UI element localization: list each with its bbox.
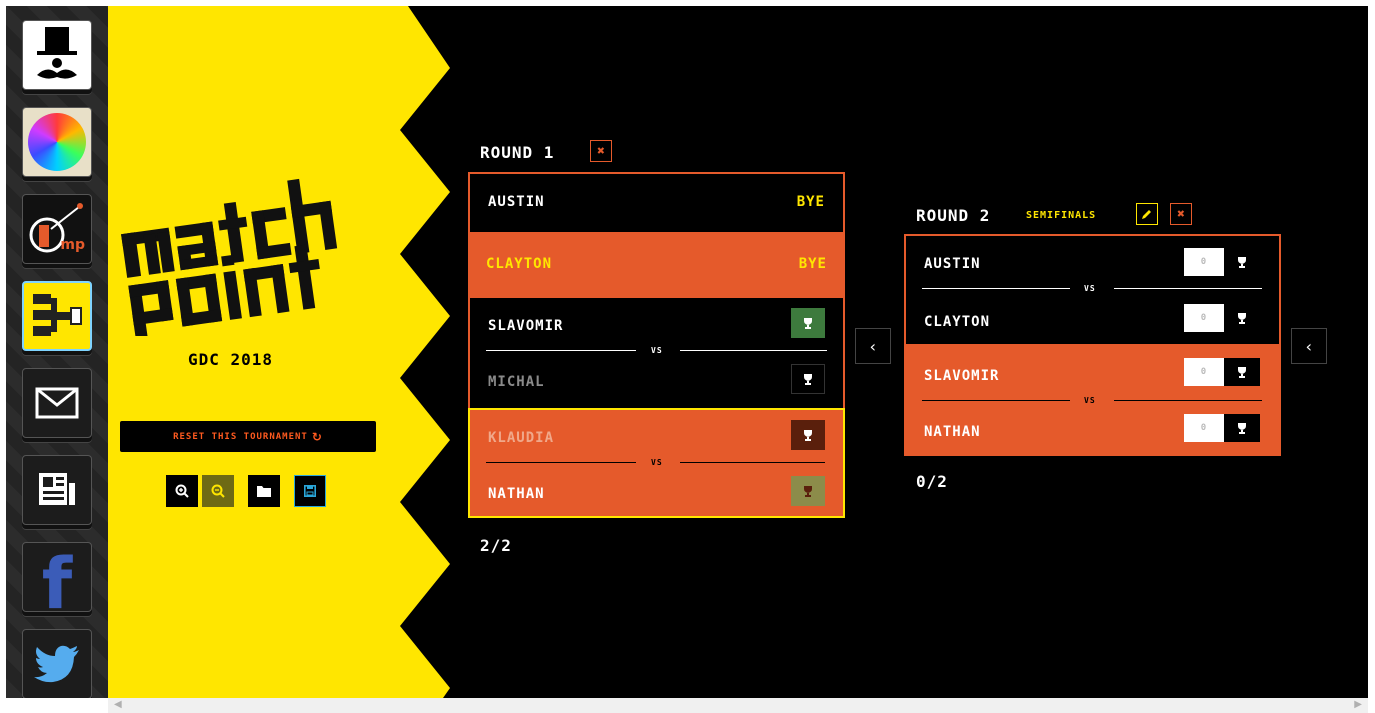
vs-divider-right	[1114, 288, 1262, 289]
vs-divider-right	[1114, 400, 1262, 401]
trophy-button[interactable]	[1224, 304, 1260, 332]
player-name-clayton: CLAYTON	[924, 314, 991, 330]
winner-trophy-button[interactable]	[791, 476, 825, 506]
trophy-icon	[804, 318, 812, 329]
vs-label: VS	[1084, 284, 1096, 293]
player-name-michal: MICHAL	[488, 374, 545, 390]
winner-trophy-button[interactable]	[791, 308, 825, 338]
score-input[interactable]: 0	[1184, 358, 1224, 386]
zoom-in-icon	[175, 484, 189, 498]
round-1-bracket: AUSTIN BYE CLAYTON BYE SLAVOMIR VS MICHA…	[468, 172, 845, 518]
player-name: CLAYTON	[486, 256, 553, 272]
open-folder-button[interactable]	[248, 475, 280, 507]
event-title: GDC 2018	[188, 350, 274, 369]
semifinal-match-2: SLAVOMIR 0 VS NATHAN 0	[906, 344, 1279, 454]
close-icon: ✖	[1177, 206, 1185, 222]
match-3: KLAUDIA VS NATHAN	[468, 408, 845, 518]
semifinal-match-1: AUSTIN 0 VS CLAYTON 0	[906, 236, 1279, 344]
folder-icon	[257, 486, 271, 497]
trophy-icon	[1238, 257, 1246, 268]
round-1-title: ROUND 1	[480, 143, 555, 162]
round-2-bracket: AUSTIN 0 VS CLAYTON 0 SLAVOMIR 0 VS NATH…	[904, 234, 1281, 456]
reset-icon: ↻	[311, 429, 323, 444]
matchpoint-logo	[121, 178, 338, 336]
scroll-right-icon[interactable]: ▶	[1354, 699, 1362, 710]
trophy-icon	[804, 486, 812, 497]
edit-round-2-button[interactable]	[1136, 203, 1158, 225]
player-name-klaudia: KLAUDIA	[488, 430, 555, 446]
round-2-subtitle: SEMIFINALS	[1026, 210, 1097, 221]
vs-label: VS	[651, 458, 663, 467]
trophy-button[interactable]	[1224, 414, 1260, 442]
score-input[interactable]: 0	[1184, 248, 1224, 276]
trophy-icon	[804, 430, 812, 441]
vs-divider-right	[680, 462, 825, 463]
zoom-out-button[interactable]	[202, 475, 234, 507]
bye-label: BYE	[796, 194, 825, 210]
close-icon: ✖	[597, 143, 605, 159]
match-2: SLAVOMIR VS MICHAL	[468, 298, 845, 408]
trophy-icon	[1238, 423, 1246, 434]
pencil-icon	[1142, 210, 1151, 219]
twitter-icon[interactable]	[22, 629, 92, 698]
vs-divider-right	[680, 350, 827, 351]
player-name-nathan: NATHAN	[488, 486, 545, 502]
color-orb-app-icon[interactable]	[22, 107, 92, 177]
reset-tournament-button[interactable]: RESET THIS TOURNAMENT ↻	[120, 421, 376, 452]
trophy-icon	[1238, 367, 1246, 378]
delete-round-2-button[interactable]: ✖	[1170, 203, 1192, 225]
vs-divider-left	[486, 350, 636, 351]
prev-round-button[interactable]: ‹	[855, 328, 891, 364]
vs-divider-left	[922, 400, 1070, 401]
save-icon	[304, 485, 316, 497]
reset-label: RESET THIS TOURNAMENT	[173, 431, 308, 442]
player-name: AUSTIN	[488, 194, 545, 210]
delete-round-1-button[interactable]: ✖	[590, 140, 612, 162]
player-name-nathan: NATHAN	[924, 424, 981, 440]
chevron-left-icon: ‹	[1304, 336, 1314, 356]
round-1-progress: 2/2	[480, 536, 512, 555]
zoom-out-icon	[211, 484, 225, 498]
facebook-icon[interactable]: f	[22, 542, 92, 612]
prev-round-button[interactable]: ‹	[1291, 328, 1327, 364]
trophy-icon	[804, 374, 812, 385]
vs-divider-left	[922, 288, 1070, 289]
player-name-slavomir: SLAVOMIR	[924, 368, 1000, 384]
trophy-button[interactable]	[1224, 248, 1260, 276]
zoom-in-button[interactable]	[166, 475, 198, 507]
top-hat-mustache-app-icon[interactable]	[22, 20, 92, 90]
bracket-app-icon[interactable]	[22, 281, 92, 351]
round-2-progress: 0/2	[916, 472, 948, 491]
trophy-icon	[1238, 313, 1246, 324]
vs-label: VS	[651, 346, 663, 355]
vs-divider-left	[486, 462, 636, 463]
trophy-button[interactable]	[791, 364, 825, 394]
chevron-left-icon: ‹	[868, 336, 878, 356]
app-dock: mp f	[6, 6, 108, 698]
tournament-sidebar: GDC 2018 RESET THIS TOURNAMENT ↻	[108, 6, 468, 698]
scroll-left-icon[interactable]: ◀	[114, 699, 122, 710]
trophy-button[interactable]	[1224, 358, 1260, 386]
news-icon[interactable]	[22, 455, 92, 525]
vs-label: VS	[1084, 396, 1096, 405]
score-input[interactable]: 0	[1184, 414, 1224, 442]
horizontal-scrollbar[interactable]: ◀ ▶	[108, 698, 1368, 713]
trophy-button[interactable]	[791, 420, 825, 450]
player-name-austin: AUSTIN	[924, 256, 981, 272]
mail-icon[interactable]	[22, 368, 92, 438]
round-2-title: ROUND 2	[916, 206, 991, 225]
save-button[interactable]	[294, 475, 326, 507]
mp-app-icon[interactable]: mp	[22, 194, 92, 264]
bye-label: BYE	[798, 256, 827, 272]
match-1-player-austin: AUSTIN BYE	[468, 172, 845, 232]
player-name-slavomir: SLAVOMIR	[488, 318, 564, 334]
app-frame: mp f GDC 2018 RESET THIS TOURNAMENT ↻ RO…	[6, 6, 1368, 698]
match-1-player-clayton: CLAYTON BYE	[468, 232, 845, 298]
score-input[interactable]: 0	[1184, 304, 1224, 332]
